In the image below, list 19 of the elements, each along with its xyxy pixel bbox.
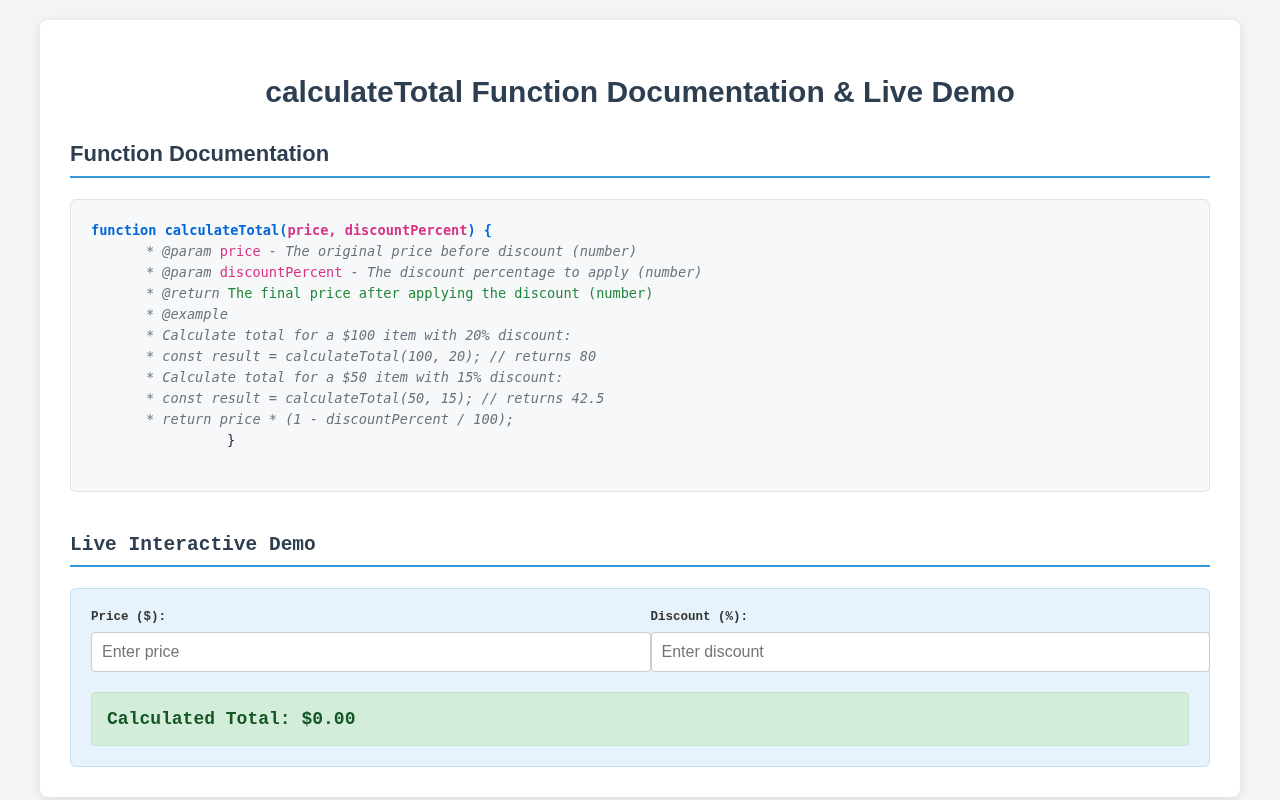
code-line: * @param discountPercent - The discount percentage to apply (number) [145, 263, 704, 282]
field-label: Discount (%): [650, 609, 750, 625]
code-line: * Calculate total for a $50 item with 15% discount: [145, 368, 565, 387]
code-line: * @example [145, 305, 229, 324]
code-line: * Calculate total for a $100 item with 20% discount: [145, 326, 573, 345]
code-line: * const result = calculateTotal(50, 15); // returns 42.5 [145, 389, 606, 408]
code-line: * @param price - The original price before discount (number) [145, 242, 639, 261]
code-line: * @return The final price after applying the discount (number) [145, 284, 655, 303]
code-line: function calculateTotal(price, discountPercent) { [91, 221, 494, 240]
page-title: calculateTotal Function Documentation & Live Demo [264, 74, 1016, 110]
total-text: Calculated Total: $0.00 [107, 709, 356, 729]
code-line: } [226, 431, 237, 450]
code-line: * const result = calculateTotal(100, 20); // returns 80 [145, 347, 598, 366]
section-heading: Live Interactive Demo [70, 534, 1210, 567]
field-label: Price ($): [91, 609, 167, 625]
input-field[interactable]: Enter price [91, 632, 651, 672]
code-line: * return price * (1 - discountPercent / 100); [145, 410, 516, 429]
input-field[interactable]: Enter discount [650, 632, 1210, 672]
section-heading: Function Documentation [70, 141, 1210, 178]
